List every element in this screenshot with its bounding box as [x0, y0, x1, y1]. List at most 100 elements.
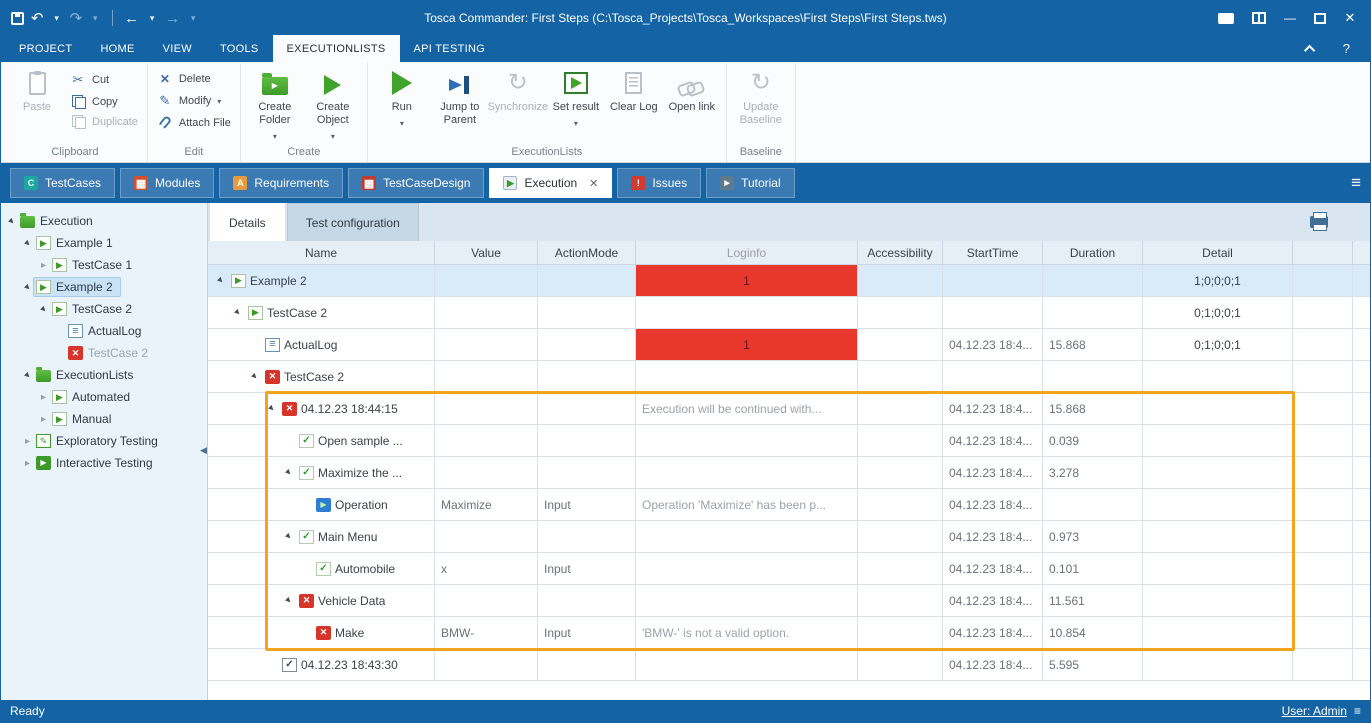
table-row[interactable]: Example 2 1 1;0;0;0;1	[208, 265, 1370, 297]
tree-item[interactable]: Example 1	[1, 232, 207, 254]
screenshot-icon[interactable]	[1218, 13, 1234, 24]
table-row[interactable]: Make BMW- Input 'BMW-' is not a valid op…	[208, 617, 1370, 649]
tree-item[interactable]: Example 2	[1, 276, 207, 298]
tree-expander-icon[interactable]	[21, 458, 34, 469]
tree-item[interactable]: ExecutionLists	[1, 364, 207, 386]
tree-expander-icon[interactable]	[5, 216, 18, 227]
clear-log-button[interactable]: Clear Log	[605, 63, 663, 114]
sidebar-collapse-icon[interactable]	[198, 437, 209, 463]
column-header-detail[interactable]: Detail	[1143, 241, 1293, 264]
maximize-button[interactable]	[1314, 13, 1326, 24]
redo-icon[interactable]	[70, 9, 83, 27]
column-header-starttime[interactable]: StartTime	[943, 241, 1043, 264]
table-row[interactable]: Open sample ... 04.12.23 18:4... 0.039	[208, 425, 1370, 457]
table-row[interactable]: Main Menu 04.12.23 18:4... 0.973	[208, 521, 1370, 553]
tree-expander-icon[interactable]	[21, 238, 34, 249]
tree-item[interactable]: TestCase 1	[1, 254, 207, 276]
tree-item[interactable]: Manual	[1, 408, 207, 430]
table-row[interactable]: Maximize the ... 04.12.23 18:4... 3.278	[208, 457, 1370, 489]
workspace-tab[interactable]: Execution	[489, 168, 612, 198]
save-icon[interactable]	[11, 12, 24, 25]
column-header-value[interactable]: Value	[435, 241, 538, 264]
redo-dropdown-icon[interactable]	[89, 13, 101, 24]
layout-icon[interactable]	[1252, 12, 1266, 24]
forward-dropdown-icon[interactable]	[187, 13, 199, 24]
table-row[interactable]: Vehicle Data 04.12.23 18:4... 11.561	[208, 585, 1370, 617]
row-expander-icon[interactable]	[265, 403, 278, 414]
column-header-actionmode[interactable]: ActionMode	[538, 241, 636, 264]
column-header-loginfo[interactable]: Loginfo	[636, 241, 858, 264]
tree-item[interactable]: Interactive Testing	[1, 452, 207, 474]
row-expander-icon[interactable]	[214, 275, 227, 286]
collapse-ribbon-icon[interactable]	[1304, 44, 1315, 55]
workspace-tab[interactable]: Issues	[617, 168, 701, 198]
undo-dropdown-icon[interactable]	[51, 13, 63, 24]
tree-item[interactable]: Execution	[1, 210, 207, 232]
workspace-tab[interactable]: TestCaseDesign	[348, 168, 484, 198]
table-row[interactable]: TestCase 2 0;1;0;0;1	[208, 297, 1370, 329]
row-expander-icon[interactable]	[248, 371, 261, 382]
tree-expander-icon[interactable]	[21, 282, 34, 293]
tree-item[interactable]: TestCase 2	[1, 342, 207, 364]
paste-button[interactable]: Paste	[8, 63, 66, 114]
user-menu-icon[interactable]	[1354, 704, 1361, 718]
tree-expander-icon[interactable]	[37, 392, 50, 403]
table-row[interactable]: Automobile x Input 04.12.23 18:4... 0.10…	[208, 553, 1370, 585]
column-header-name[interactable]: Name	[208, 241, 435, 264]
set-result-button[interactable]: Set result	[547, 63, 605, 130]
row-expander-icon[interactable]	[282, 531, 295, 542]
table-row[interactable]: 04.12.23 18:43:30 04.12.23 18:4... 5.595	[208, 649, 1370, 681]
ribbon-tab[interactable]: EXECUTIONLISTS	[273, 35, 400, 62]
column-header-accessibility[interactable]: Accessibility	[858, 241, 943, 264]
ribbon-tab[interactable]: API TESTING	[400, 35, 500, 62]
undo-icon[interactable]	[31, 9, 44, 27]
workspace-tab[interactable]: Modules	[120, 168, 214, 198]
minimize-button[interactable]	[1284, 11, 1296, 25]
ribbon-tab[interactable]: PROJECT	[5, 35, 86, 62]
create-folder-button[interactable]: Create Folder	[246, 63, 304, 144]
column-header-duration[interactable]: Duration	[1043, 241, 1143, 264]
row-expander-icon[interactable]	[282, 595, 295, 606]
open-link-button[interactable]: Open link	[663, 63, 721, 114]
attach-file-button[interactable]: Attach File	[157, 116, 231, 129]
back-icon[interactable]	[124, 10, 139, 27]
modify-button[interactable]: Modify	[157, 93, 231, 109]
tree-expander-icon[interactable]	[37, 414, 50, 425]
ribbon-tab[interactable]: HOME	[86, 35, 148, 62]
tab-test-configuration[interactable]: Test configuration	[287, 203, 419, 241]
dock-menu-icon[interactable]	[1351, 173, 1361, 193]
synchronize-button[interactable]: Synchronize	[489, 63, 547, 114]
tree-expander-icon[interactable]	[21, 436, 34, 447]
ribbon-tab[interactable]: VIEW	[149, 35, 206, 62]
back-dropdown-icon[interactable]	[146, 13, 158, 24]
tree-item[interactable]: Automated	[1, 386, 207, 408]
tree-item[interactable]: Exploratory Testing	[1, 430, 207, 452]
ribbon-tab[interactable]: TOOLS	[206, 35, 273, 62]
run-button[interactable]: Run	[373, 63, 431, 130]
close-button[interactable]	[1344, 10, 1356, 26]
duplicate-button[interactable]: Duplicate	[70, 115, 138, 128]
create-object-button[interactable]: Create Object	[304, 63, 362, 144]
table-row[interactable]: TestCase 2	[208, 361, 1370, 393]
row-expander-icon[interactable]	[282, 467, 295, 478]
tree-expander-icon[interactable]	[37, 260, 50, 271]
forward-icon[interactable]	[165, 10, 180, 27]
user-admin-link[interactable]: User: Admin	[1282, 704, 1347, 718]
update-baseline-button[interactable]: Update Baseline	[732, 63, 790, 127]
tree-item[interactable]: ActualLog	[1, 320, 207, 342]
tab-details[interactable]: Details	[210, 203, 285, 241]
tree-expander-icon[interactable]	[21, 370, 34, 381]
table-row[interactable]: ActualLog 1 04.12.23 18:4... 15.868 0;1;…	[208, 329, 1370, 361]
table-row[interactable]: Operation Maximize Input Operation 'Maxi…	[208, 489, 1370, 521]
copy-button[interactable]: Copy	[70, 95, 138, 108]
tree-expander-icon[interactable]	[37, 304, 50, 315]
print-icon[interactable]	[1310, 216, 1328, 228]
workspace-tab[interactable]: Tutorial	[706, 168, 795, 198]
cut-button[interactable]: Cut	[70, 72, 138, 88]
jump-to-parent-button[interactable]: Jump to Parent	[431, 63, 489, 127]
workspace-tab[interactable]: Requirements	[219, 168, 343, 198]
tree-item[interactable]: TestCase 2	[1, 298, 207, 320]
delete-button[interactable]: Delete	[157, 72, 231, 86]
row-expander-icon[interactable]	[231, 307, 244, 318]
table-row[interactable]: 04.12.23 18:44:15 Execution will be cont…	[208, 393, 1370, 425]
